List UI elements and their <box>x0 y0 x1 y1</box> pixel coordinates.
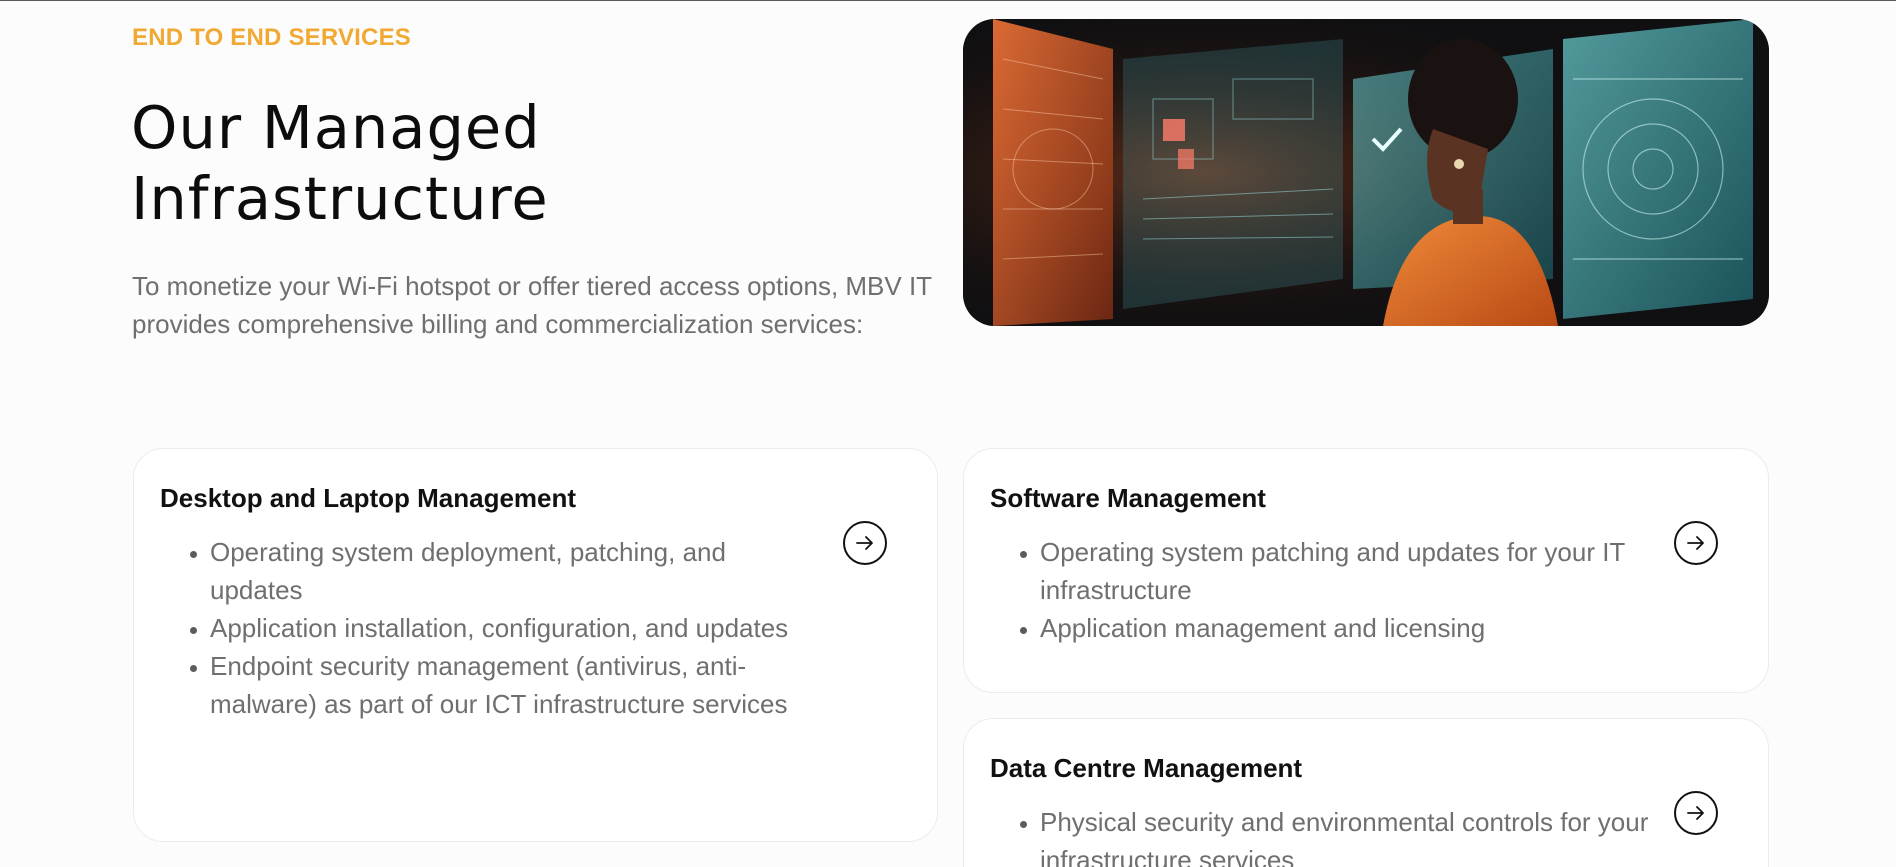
card-feature-list: Operating system patching and updates fo… <box>990 533 1650 647</box>
list-item: Operating system deployment, patching, a… <box>210 533 820 609</box>
service-card-software: Software Management Operating system pat… <box>963 448 1769 693</box>
hero-image <box>963 19 1769 326</box>
list-item: Application management and licensing <box>1040 609 1650 647</box>
card-title: Desktop and Laptop Management <box>160 483 577 513</box>
card-arrow-button[interactable] <box>843 521 887 565</box>
list-item: Physical security and environmental cont… <box>1040 803 1650 867</box>
card-feature-list: Operating system deployment, patching, a… <box>160 533 820 723</box>
list-item: Application installation, configuration,… <box>210 609 820 647</box>
card-title: Data Centre Management <box>990 753 1303 783</box>
list-item: Operating system patching and updates fo… <box>1040 533 1650 609</box>
section-intro: To monetize your Wi-Fi hotspot or offer … <box>132 271 932 339</box>
section-eyebrow: END TO END SERVICES <box>132 24 411 51</box>
service-card-desktop-laptop: Desktop and Laptop Management Operating … <box>133 448 938 842</box>
managed-infrastructure-section: END TO END SERVICES Our Managed Infrastr… <box>0 0 1896 867</box>
card-arrow-button[interactable] <box>1674 791 1718 835</box>
arrow-right-icon <box>1687 806 1704 820</box>
hero-illustration <box>963 19 1769 326</box>
section-title: Our Managed Infrastructure <box>131 93 549 233</box>
arrow-right-icon <box>1687 536 1704 550</box>
list-item: Endpoint security management (antivirus,… <box>210 647 820 723</box>
card-title: Software Management <box>990 483 1266 513</box>
service-card-data-centre: Data Centre Management Physical security… <box>963 718 1769 867</box>
card-feature-list: Physical security and environmental cont… <box>990 803 1650 867</box>
card-arrow-button[interactable] <box>1674 521 1718 565</box>
arrow-right-icon <box>856 536 873 550</box>
